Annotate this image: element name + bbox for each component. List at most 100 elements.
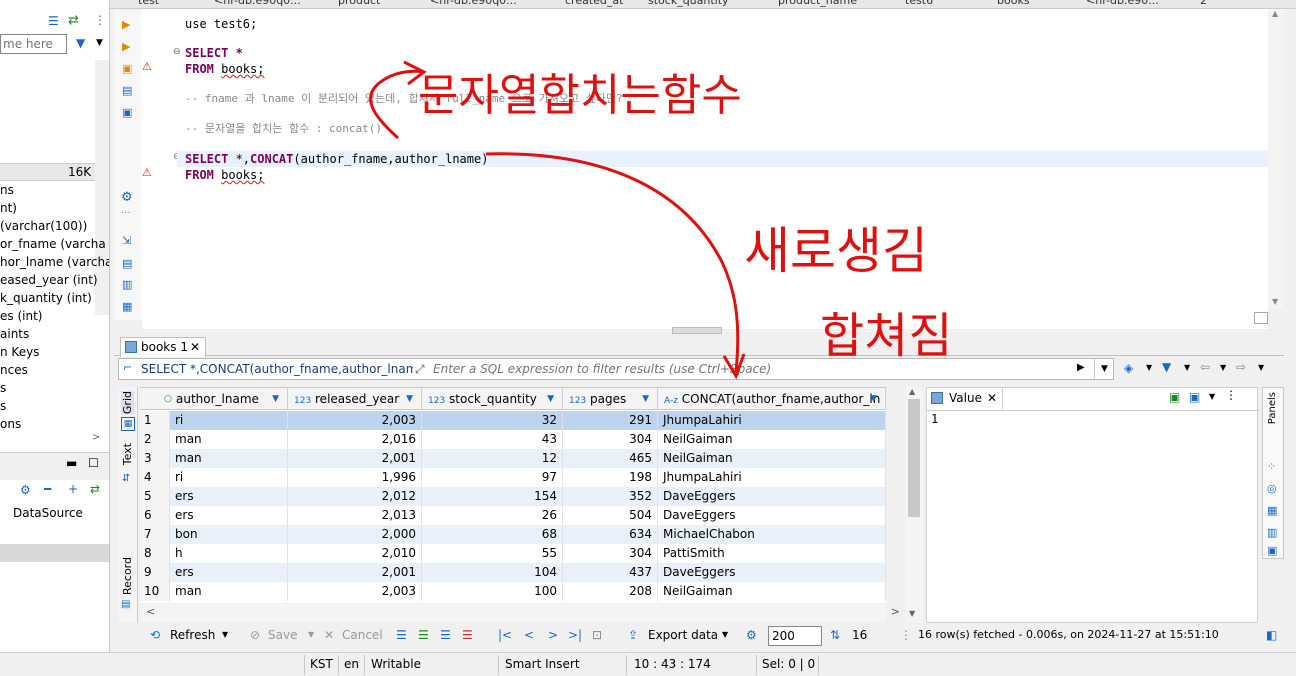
- tree-item[interactable]: n Keys: [0, 343, 95, 361]
- column-header[interactable]: 123 pages ▼: [563, 388, 658, 410]
- refresh-button[interactable]: Refresh: [170, 625, 215, 645]
- table-cell[interactable]: NeilGaiman: [658, 430, 886, 449]
- table-cell[interactable]: 2,001: [288, 563, 422, 582]
- table-cell[interactable]: DaveEggers: [658, 487, 886, 506]
- tree-item[interactable]: es (int): [0, 307, 95, 325]
- table-cell[interactable]: 2,001: [288, 449, 422, 468]
- first-page-icon[interactable]: |<: [498, 625, 512, 645]
- table-cell[interactable]: 2,003: [288, 411, 422, 430]
- editor-tab[interactable]: created_at: [565, 0, 623, 7]
- table-cell[interactable]: PattiSmith: [658, 544, 886, 563]
- table-cell[interactable]: man: [170, 449, 288, 468]
- table-cell[interactable]: JhumpaLahiri: [658, 411, 886, 430]
- table-cell[interactable]: 104: [422, 563, 563, 582]
- maximize-icon[interactable]: ☐: [88, 456, 99, 470]
- editor-tab[interactable]: test: [138, 0, 159, 7]
- export-data-button[interactable]: Export data: [648, 625, 718, 645]
- sash-handle[interactable]: [672, 327, 722, 334]
- sort-icon[interactable]: ▼: [272, 388, 279, 410]
- outline-icon[interactable]: ▦: [122, 300, 132, 313]
- export-icon[interactable]: ⇲: [122, 234, 131, 247]
- info-icon[interactable]: ◎: [1267, 482, 1277, 495]
- editor-tab[interactable]: <hr-db.e90q0...: [214, 0, 301, 7]
- table-cell[interactable]: 32: [422, 411, 563, 430]
- forward-icon[interactable]: ⇨: [1236, 360, 1246, 374]
- table-cell[interactable]: 304: [563, 430, 658, 449]
- tab-value[interactable]: Value ✕: [927, 388, 1003, 410]
- tree-item[interactable]: ns: [0, 181, 95, 199]
- tab-books-1[interactable]: books 1 ✕: [120, 337, 206, 357]
- tree-item[interactable]: eased_year (int): [0, 271, 98, 289]
- sort-icon[interactable]: ▼: [406, 388, 413, 410]
- explain-icon[interactable]: ▤: [122, 84, 132, 97]
- chevron-down-icon[interactable]: ▼: [722, 625, 728, 645]
- sort-icon[interactable]: ▼: [870, 388, 877, 410]
- sync-icon[interactable]: ⇄: [90, 482, 100, 496]
- next-page-icon[interactable]: >: [548, 625, 558, 645]
- file-icon[interactable]: ▤: [122, 257, 132, 270]
- tab-record[interactable]: Record: [121, 557, 134, 595]
- table-row[interactable]: 8 h 2,010 55 304 PattiSmith: [140, 544, 886, 563]
- editor-tab[interactable]: product_name: [778, 0, 857, 7]
- table-cell[interactable]: 2,003: [288, 582, 422, 601]
- tree-item[interactable]: s: [0, 397, 95, 415]
- execute-script-icon[interactable]: ▶: [122, 40, 130, 53]
- value-content[interactable]: 1: [931, 412, 938, 426]
- filter-input[interactable]: [433, 360, 1073, 378]
- close-icon[interactable]: ✕: [190, 338, 200, 356]
- table-cell[interactable]: 2,000: [288, 525, 422, 544]
- chevron-down-icon[interactable]: ▼: [308, 625, 314, 645]
- record-icon[interactable]: ▤: [121, 599, 130, 610]
- table-cell[interactable]: NeilGaiman: [658, 582, 886, 601]
- tree-item[interactable]: s: [0, 379, 95, 397]
- table-cell[interactable]: man: [170, 582, 288, 601]
- gear-icon[interactable]: ⚙: [20, 483, 31, 497]
- delete-row-icon[interactable]: ☰: [462, 625, 473, 645]
- tree-item[interactable]: aints: [0, 325, 95, 343]
- column-header[interactable]: 123 released_year ▼: [288, 388, 422, 410]
- editor-scrollbar[interactable]: ▲ ▼: [1268, 9, 1284, 309]
- panel-toggle-icon[interactable]: ◧: [1266, 625, 1277, 645]
- editor-tab[interactable]: stock_quantity: [648, 0, 729, 7]
- table-cell[interactable]: DaveEggers: [658, 563, 886, 582]
- export-icon[interactable]: ⇪: [628, 625, 638, 645]
- sql-editor[interactable]: ⚠ ⚠ ⊖ ⊖ use test6; SELECT * FROM books; …: [142, 9, 1268, 329]
- results-grid[interactable]: ○ author_lname ▼ 123 released_year ▼ 123…: [140, 387, 886, 603]
- editor-tab[interactable]: 2: [1200, 0, 1207, 7]
- editor-tab[interactable]: <hr-db.e90...: [1086, 0, 1159, 7]
- table-cell[interactable]: 68: [422, 525, 563, 544]
- table-row[interactable]: 6 ers 2,013 26 504 DaveEggers: [140, 506, 886, 525]
- grid-icon[interactable]: ▦: [121, 417, 135, 431]
- table-cell[interactable]: 304: [563, 544, 658, 563]
- chevron-down-icon[interactable]: ▼: [96, 38, 103, 48]
- tree-item[interactable]: (varchar(100)): [0, 217, 95, 235]
- chevron-down-icon[interactable]: ▼: [1184, 363, 1190, 372]
- minus-icon[interactable]: ━: [44, 482, 51, 496]
- table-cell[interactable]: ri: [170, 411, 288, 430]
- chevron-down-icon[interactable]: ▼: [222, 625, 228, 645]
- editor-tab[interactable]: <hr-db.e90q0...: [430, 0, 517, 7]
- table-row[interactable]: 1 ri 2,003 32 291 JhumpaLahiri: [140, 411, 886, 430]
- chevron-down-icon[interactable]: ▼: [1220, 363, 1226, 372]
- chevron-right-icon[interactable]: >: [92, 432, 100, 443]
- cancel-icon[interactable]: ✕: [324, 625, 334, 645]
- plus-icon[interactable]: +: [68, 482, 78, 496]
- close-icon[interactable]: ✕: [987, 391, 997, 405]
- tree-item[interactable]: nt): [0, 199, 95, 217]
- chevron-down-icon[interactable]: ▼: [1258, 363, 1264, 372]
- table-cell[interactable]: h: [170, 544, 288, 563]
- table-cell[interactable]: ers: [170, 487, 288, 506]
- filter-history-dropdown[interactable]: ▼: [1094, 359, 1114, 379]
- table-row[interactable]: 7 bon 2,000 68 634 MichaelChabon: [140, 525, 886, 544]
- execute-new-tab-icon[interactable]: ▣: [122, 62, 132, 75]
- table-cell[interactable]: 43: [422, 430, 563, 449]
- table-cell[interactable]: 2,013: [288, 506, 422, 525]
- refresh-icon[interactable]: ⟲: [150, 625, 160, 645]
- prev-page-icon[interactable]: <: [524, 625, 534, 645]
- fold-icon[interactable]: ⊖: [173, 47, 181, 57]
- save-check-icon[interactable]: ⊘: [250, 625, 260, 645]
- columns-icon[interactable]: ⁘: [1267, 460, 1276, 473]
- expand-icon[interactable]: ⤢: [415, 362, 425, 377]
- funnel-icon[interactable]: ▼: [1162, 360, 1171, 374]
- vertical-scrollbar[interactable]: ▲ ▼: [906, 387, 922, 623]
